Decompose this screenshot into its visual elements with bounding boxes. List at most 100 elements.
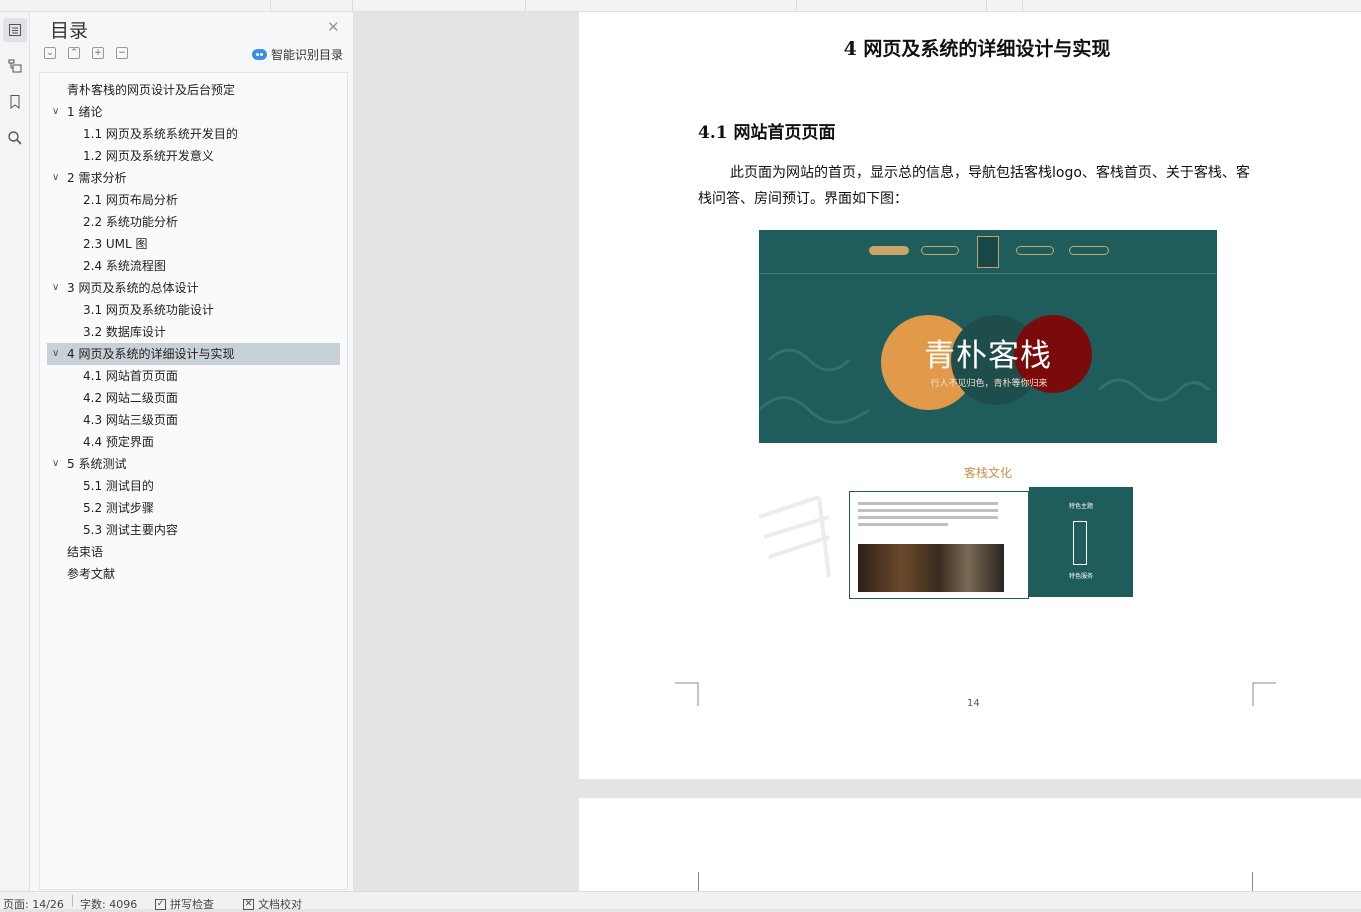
chevron-down-icon[interactable]: ∨: [52, 453, 64, 475]
toc-item-label: 参考文献: [67, 567, 116, 581]
chevron-down-icon[interactable]: ∨: [52, 101, 64, 123]
toc-item-label: 5.3 测试主要内容: [83, 523, 178, 537]
proofread-toggle[interactable]: ✕ 文档校对: [243, 896, 302, 912]
toc-item-label: 2 需求分析: [67, 171, 127, 185]
text-line: [858, 509, 998, 512]
remove-level-icon[interactable]: −: [116, 47, 128, 59]
document-page: 4 网页及系统的详细设计与实现 4.1 网站首页页面 此页面为网站的首页，显示总…: [579, 12, 1361, 779]
spellcheck-label: 拼写检查: [170, 898, 214, 911]
text-line: [858, 502, 998, 505]
search-icon[interactable]: [3, 126, 27, 150]
check-icon: ✓: [155, 898, 166, 910]
toc-item-label: 4 网页及系统的详细设计与实现: [67, 347, 235, 361]
toc-item[interactable]: 5.1 测试目的: [47, 475, 340, 497]
toc-item[interactable]: 结束语: [47, 541, 340, 563]
vertical-badge: [1073, 521, 1087, 565]
toc-item-label: 2.2 系统功能分析: [83, 215, 178, 229]
culture-title: 客栈文化: [963, 466, 1012, 480]
collapse-all-icon[interactable]: ⌃: [68, 47, 80, 59]
toc-item-label: 1.1 网页及系统系统开发目的: [83, 127, 238, 141]
toc-item[interactable]: 5.3 测试主要内容: [47, 519, 340, 541]
text-line: [858, 516, 998, 519]
toc-item-label: 5 系统测试: [67, 457, 127, 471]
toc-item[interactable]: 3.1 网页及系统功能设计: [47, 299, 340, 321]
toc-item[interactable]: 1.1 网页及系统系统开发目的: [47, 123, 340, 145]
toc-item[interactable]: ∨ 2 需求分析: [47, 167, 340, 189]
nav-logo-pill: [869, 246, 909, 255]
toc-item-label: 1.2 网页及系统开发意义: [83, 149, 214, 163]
toc-item-label: 5.1 测试目的: [83, 479, 154, 493]
chapter-heading: 4 网页及系统的详细设计与实现: [843, 38, 1111, 60]
toc-item[interactable]: ∨ 1 绪论: [47, 101, 340, 123]
spellcheck-toggle[interactable]: ✓ 拼写检查: [155, 896, 214, 912]
emblem-icon: [977, 236, 999, 268]
banner-nav-bar: [759, 230, 1217, 274]
crop-mark: [1252, 872, 1253, 891]
text-line: [858, 523, 948, 526]
smart-toc-label: 智能识别目录: [271, 48, 344, 62]
chevron-down-icon[interactable]: ∨: [52, 277, 64, 299]
toc-item[interactable]: ∨ 5 系统测试: [47, 453, 340, 475]
crop-mark: [1252, 682, 1276, 706]
expand-all-icon[interactable]: ⌄: [44, 47, 56, 59]
toc-item[interactable]: 2.3 UML 图: [47, 233, 340, 255]
toc-item[interactable]: ∨ 3 网页及系统的总体设计: [47, 277, 340, 299]
toc-item-label: 2.1 网页布局分析: [83, 193, 178, 207]
nav-pill: [921, 246, 959, 255]
toc-item-label: 2.3 UML 图: [83, 237, 148, 251]
toc-item-label: 4.1 网站首页页面: [83, 369, 178, 383]
bookmark-icon[interactable]: [3, 90, 27, 114]
body-text: 此页面为网站的首页，显示总的信息，导航包括客栈logo、客栈首页、关于客栈、客栈…: [698, 160, 1258, 212]
side-icon-bar: [0, 12, 30, 891]
toc-item[interactable]: 4.3 网站三级页面: [47, 409, 340, 431]
toc-item[interactable]: 参考文献: [47, 563, 340, 585]
add-level-icon[interactable]: +: [92, 47, 104, 59]
roof-sketch: [759, 495, 831, 578]
chevron-down-icon[interactable]: ∨: [52, 343, 64, 365]
inn-photo: [858, 544, 1004, 592]
page-indicator[interactable]: 页面: 14/26: [3, 896, 64, 912]
toc-item[interactable]: 青朴客栈的网页设计及后台预定: [47, 79, 340, 101]
toc-item-label: 3.1 网页及系统功能设计: [83, 303, 214, 317]
toc-item[interactable]: 5.2 测试步骤: [47, 497, 340, 519]
toc-title: 目录: [50, 20, 89, 42]
crop-mark: [698, 872, 699, 891]
banner-title: 青朴客栈: [924, 338, 1052, 374]
proofread-icon: ✕: [243, 898, 254, 910]
ai-icon: [252, 49, 267, 60]
outline-tree-icon[interactable]: [3, 54, 27, 78]
toc-item[interactable]: 3.2 数据库设计: [47, 321, 340, 343]
culture-green-panel: 特色主题 特色服务: [1029, 487, 1133, 597]
card-heading-1: 特色主题: [1068, 503, 1093, 510]
card-heading-2: 特色服务: [1068, 573, 1093, 580]
top-ruler: [0, 0, 1361, 12]
toc-item-label: 1 绪论: [67, 105, 103, 119]
toc-item-label: 3 网页及系统的总体设计: [67, 281, 199, 295]
chevron-down-icon[interactable]: ∨: [52, 167, 64, 189]
nav-pill: [1016, 246, 1054, 255]
toc-item[interactable]: 4.2 网站二级页面: [47, 387, 340, 409]
toc-item-label: 5.2 测试步骤: [83, 501, 154, 515]
toc-item[interactable]: 4.1 网站首页页面: [47, 365, 340, 387]
section-heading: 4.1 网站首页页面: [698, 123, 836, 143]
toc-list: 青朴客栈的网页设计及后台预定 ∨ 1 绪论 1.1 网页及系统系统开发目的 1.2 网页…: [47, 79, 340, 585]
smart-toc-button[interactable]: 智能识别目录: [252, 46, 343, 63]
toc-item[interactable]: 1.2 网页及系统开发意义: [47, 145, 340, 167]
page-number: 14: [967, 698, 980, 709]
toc-item-label: 青朴客栈的网页设计及后台预定: [67, 83, 236, 97]
toc-item-label: 4.3 网站三级页面: [83, 413, 178, 427]
toc-item[interactable]: ∨ 4 网页及系统的详细设计与实现: [47, 343, 340, 365]
toc-item[interactable]: 2.2 系统功能分析: [47, 211, 340, 233]
next-page: [579, 798, 1361, 891]
close-icon[interactable]: ✕: [327, 18, 340, 36]
word-count[interactable]: 字数: 4096: [80, 896, 137, 912]
paragraph: 此页面为网站的首页，显示总的信息，导航包括客栈logo、客栈首页、关于客栈、客栈…: [698, 165, 1250, 207]
toc-icon[interactable]: [3, 18, 27, 42]
website-banner-image: 青朴客栈 行人不见归色，青朴等你归来: [759, 230, 1217, 443]
toc-item[interactable]: 2.4 系统流程图: [47, 255, 340, 277]
toc-item[interactable]: 4.4 预定界面: [47, 431, 340, 453]
banner-subtitle: 行人不见归色，青朴等你归来: [930, 379, 1048, 389]
crop-mark: [675, 682, 699, 706]
proofread-label: 文档校对: [258, 898, 302, 911]
toc-item[interactable]: 2.1 网页布局分析: [47, 189, 340, 211]
